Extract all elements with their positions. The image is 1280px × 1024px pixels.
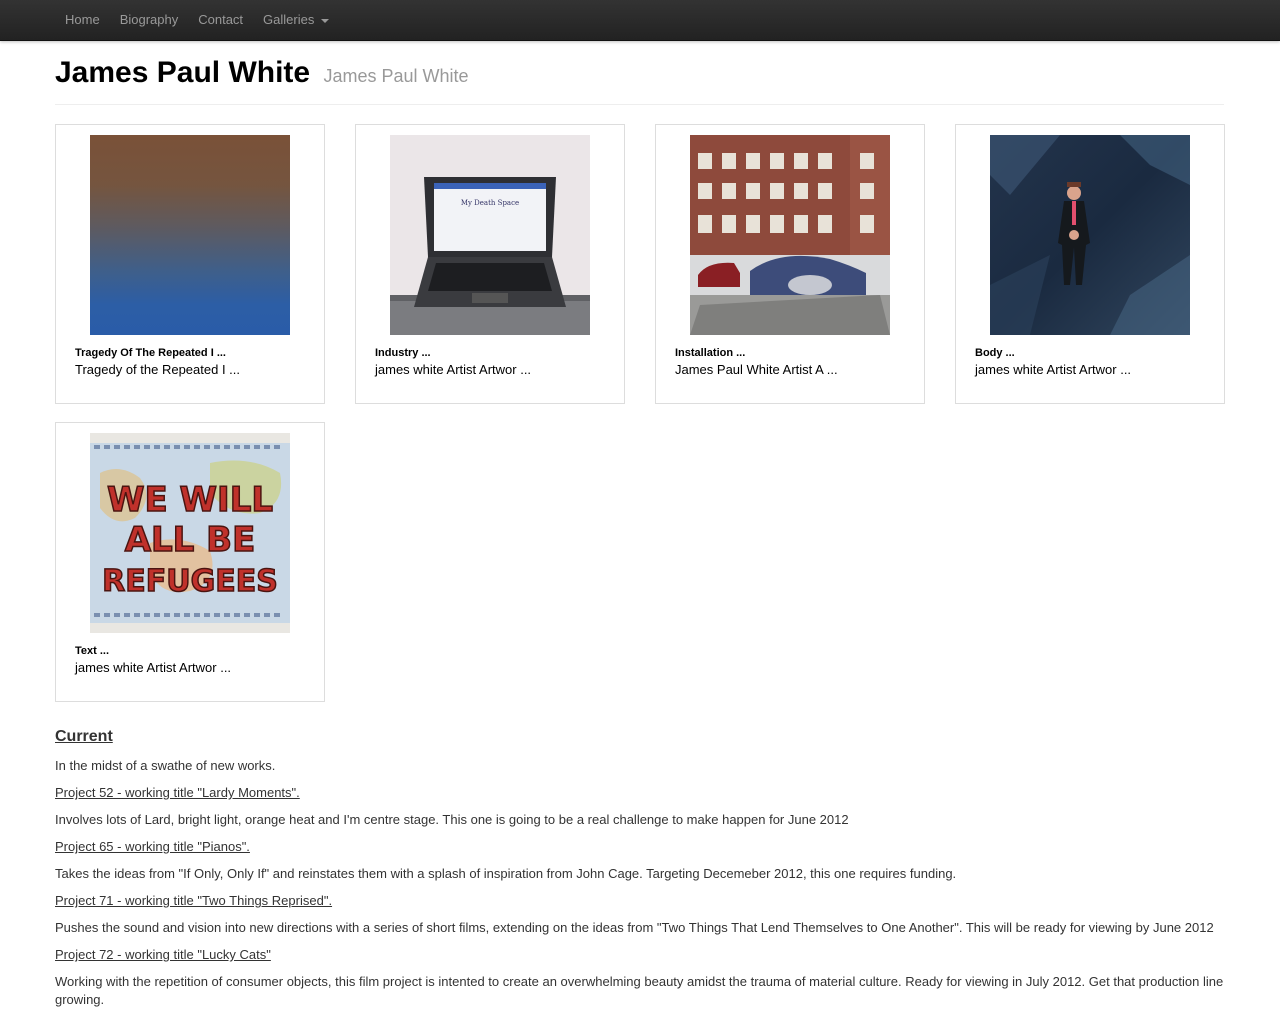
project-entry: Project 52 - working title "Lardy Moment… xyxy=(55,784,1225,802)
laptop-artwork-image: My Death Space xyxy=(390,135,590,335)
gallery-description: James Paul White Artist A ... xyxy=(675,362,838,377)
project-65-link[interactable]: Project 65 - working title "Pianos". xyxy=(55,839,250,854)
installation-artwork-image xyxy=(690,135,890,335)
page-title-text: James Paul White xyxy=(55,56,311,89)
nav-biography-link[interactable]: Biography xyxy=(110,1,189,39)
gallery-description: Tragedy of the Repeated I ... xyxy=(75,362,241,377)
gallery-description: james white Artist Artwor ... xyxy=(975,362,1132,377)
gallery-image-industry[interactable]: My Death Space xyxy=(390,135,590,335)
laptop-screen-text: My Death Space xyxy=(461,199,519,207)
gallery-title[interactable]: Industry ... xyxy=(375,347,431,359)
page-title: James Paul White James Paul White xyxy=(55,54,1224,95)
gallery-thumbnail-installation[interactable]: Installation ... James Paul White Artist… xyxy=(655,124,925,404)
gallery-image-installation[interactable] xyxy=(690,135,890,335)
gallery-image-tragedy[interactable] xyxy=(90,135,290,335)
gallery-thumbnail-industry[interactable]: My Death Space Industry ... james white … xyxy=(355,124,625,404)
gallery-image-body[interactable] xyxy=(990,135,1190,335)
refugees-line-2: ALL BE xyxy=(125,520,256,560)
gallery-thumbnail-body[interactable]: Body ... james white Artist Artwor ... xyxy=(955,124,1225,404)
project-52-link[interactable]: Project 52 - working title "Lardy Moment… xyxy=(55,785,300,800)
nav-galleries-label: Galleries xyxy=(263,12,315,27)
project-65-description: Takes the ideas from "If Only, Only If" … xyxy=(55,866,957,881)
refugees-line-1: WE WILL xyxy=(107,480,273,520)
project-entry: Project 72 - working title "Lucky Cats" xyxy=(55,946,1225,964)
current-section: Current In the midst of a swathe of new … xyxy=(55,727,1225,1018)
nav-home-link[interactable]: Home xyxy=(55,1,110,39)
project-71-link[interactable]: Project 71 - working title "Two Things R… xyxy=(55,893,332,908)
project-52-description: Involves lots of Lard, bright light, ora… xyxy=(55,812,849,827)
gallery-description: james white Artist Artwor ... xyxy=(375,362,532,377)
gallery-title[interactable]: Tragedy Of The Repeated I ... xyxy=(75,347,226,359)
gallery-description: james white Artist Artwor ... xyxy=(75,660,232,675)
gallery-image-text[interactable]: WE WILL ALL BE REFUGEES xyxy=(90,433,290,633)
top-navbar: Home Biography Contact Galleries xyxy=(0,0,1280,41)
nav-galleries-dropdown[interactable]: Galleries xyxy=(253,1,339,39)
gallery-title[interactable]: Installation ... xyxy=(675,347,745,359)
current-intro: In the midst of a swathe of new works. xyxy=(55,758,276,773)
project-entry: Project 71 - working title "Two Things R… xyxy=(55,892,1225,910)
caret-down-icon xyxy=(321,18,330,23)
body-artwork-image xyxy=(990,135,1190,335)
gallery-thumbnail-text[interactable]: WE WILL ALL BE REFUGEES Text ... james w… xyxy=(55,422,325,702)
gallery-title[interactable]: Body ... xyxy=(975,347,1015,359)
page-header: James Paul White James Paul White xyxy=(55,54,1224,105)
gallery-title[interactable]: Text ... xyxy=(75,645,109,657)
page-subtitle: James Paul White xyxy=(323,66,469,86)
project-71-description: Pushes the sound and vision into new dir… xyxy=(55,920,1214,935)
current-heading: Current xyxy=(55,728,113,745)
refugees-line-3: REFUGEES xyxy=(102,564,278,599)
main-nav: Home Biography Contact Galleries xyxy=(55,0,339,40)
refugees-artwork-image: WE WILL ALL BE REFUGEES xyxy=(90,433,290,633)
nav-contact-link[interactable]: Contact xyxy=(188,1,253,39)
project-72-description: Working with the repetition of consumer … xyxy=(55,974,1224,1007)
project-entry: Project 65 - working title "Pianos". xyxy=(55,838,1225,856)
project-72-link[interactable]: Project 72 - working title "Lucky Cats" xyxy=(55,947,271,962)
gallery-thumbnail-tragedy[interactable]: Tragedy Of The Repeated I ... Tragedy of… xyxy=(55,124,325,404)
